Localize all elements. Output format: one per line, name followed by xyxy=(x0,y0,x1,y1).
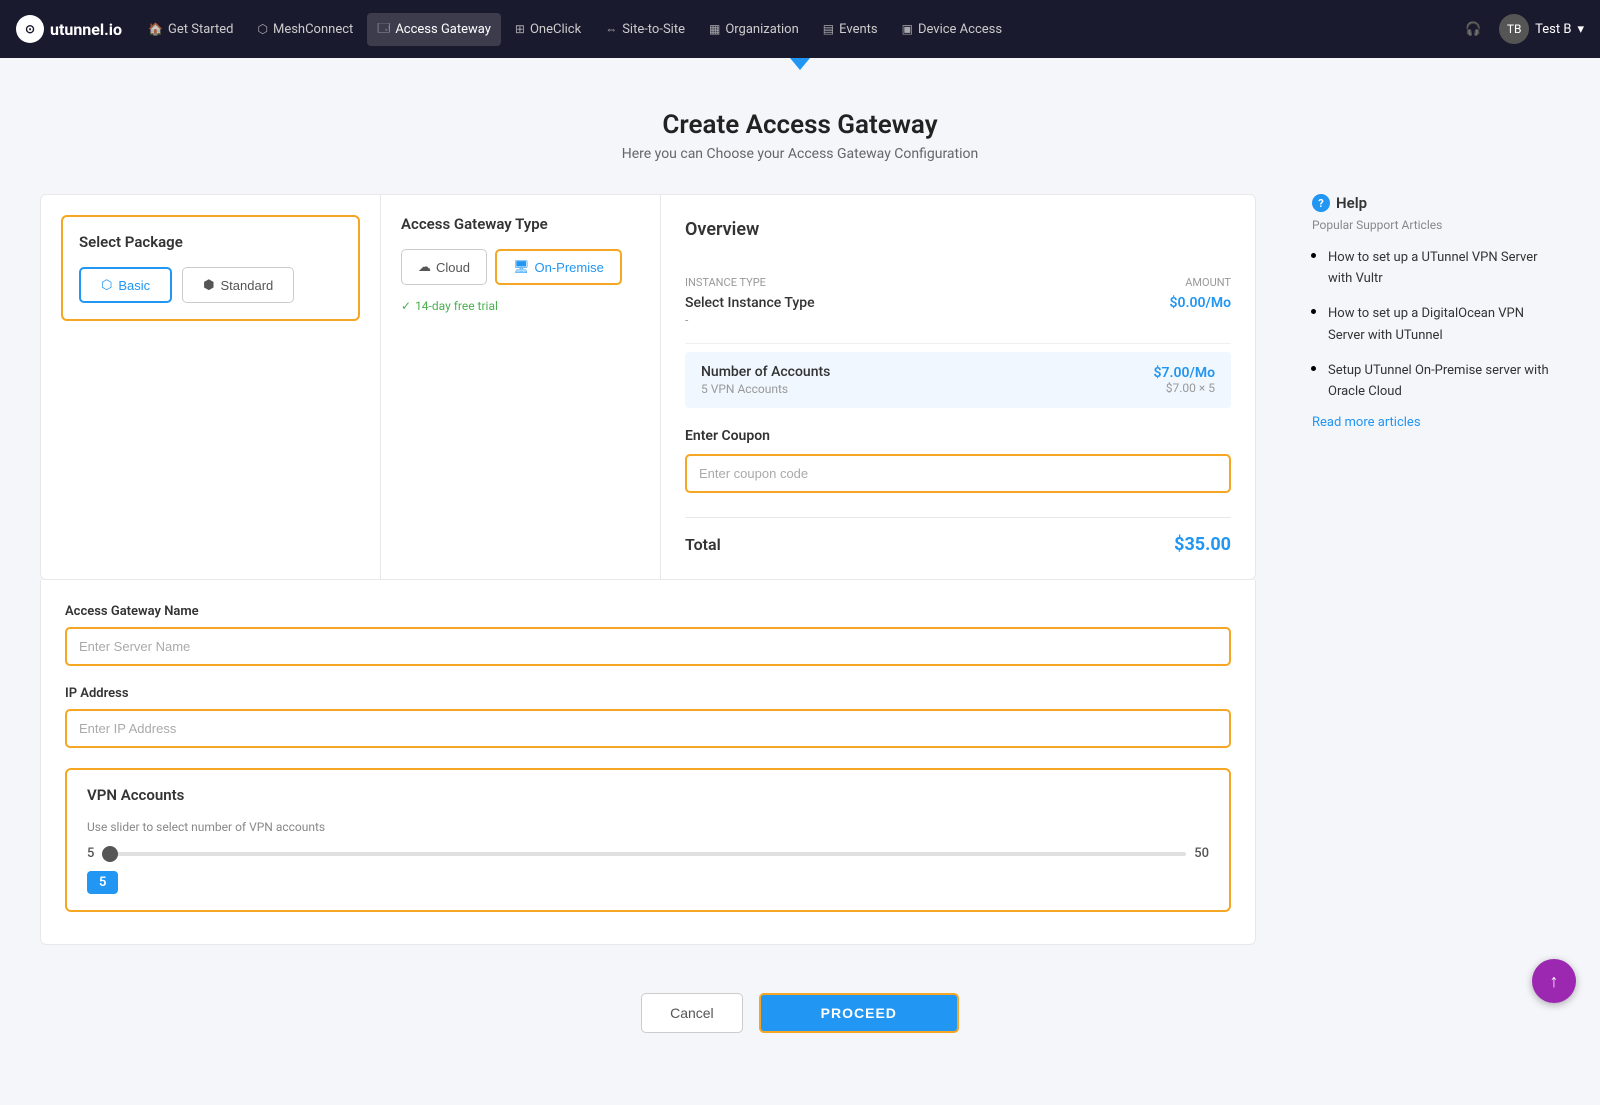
ip-address-label: IP Address xyxy=(65,686,1231,701)
cancel-button[interactable]: Cancel xyxy=(641,993,743,1033)
select-package-title: Select Package xyxy=(79,233,342,251)
basic-package-button[interactable]: ⬡ Basic xyxy=(79,267,172,303)
coupon-label: Enter Coupon xyxy=(685,428,1231,444)
site-icon: ⇔ xyxy=(605,22,617,36)
vpn-accounts-desc: Use slider to select number of VPN accou… xyxy=(87,820,1209,834)
org-icon: ▦ xyxy=(709,22,720,36)
gateway-name-input[interactable] xyxy=(65,627,1231,666)
proceed-button[interactable]: PROCEED xyxy=(759,993,959,1033)
gateway-nav-icon: 🗔 xyxy=(377,19,390,40)
home-icon: 🏠 xyxy=(148,22,163,36)
oneclick-icon: ⊞ xyxy=(515,22,525,36)
brand-name: utunnel.io xyxy=(50,20,122,39)
coupon-section: Enter Coupon xyxy=(685,428,1231,493)
check-icon: ✓ xyxy=(401,299,411,313)
support-button[interactable]: 🎧 xyxy=(1455,16,1491,43)
device-icon: ▣ xyxy=(902,22,913,36)
vpn-accounts-value: 5 xyxy=(87,871,118,894)
nav-item-site-to-site[interactable]: ⇔ Site-to-Site xyxy=(595,16,695,43)
type-buttons: ☁ Cloud 🖥 On-Premise xyxy=(401,249,640,285)
gateway-type-title: Access Gateway Type xyxy=(401,215,640,233)
events-icon: ▤ xyxy=(823,22,834,36)
standard-package-button[interactable]: ⬢ Standard xyxy=(182,267,294,303)
basic-icon: ⬡ xyxy=(101,277,112,293)
onpremise-icon: 🖥 xyxy=(513,259,530,275)
help-title: ? Help xyxy=(1312,194,1560,212)
overview-section: Overview Instance Type AMOUNT Select Ins… xyxy=(661,195,1255,579)
headset-icon: 🎧 xyxy=(1465,22,1481,37)
article-link-2[interactable]: How to set up a DigitalOcean VPN Server … xyxy=(1328,306,1524,342)
chevron-down-icon: ▾ xyxy=(1577,22,1584,37)
standard-icon: ⬢ xyxy=(203,277,214,293)
instance-type-row: Instance Type AMOUNT Select Instance Typ… xyxy=(685,260,1231,344)
slider-max-label: 50 xyxy=(1194,846,1209,861)
gateway-name-group: Access Gateway Name xyxy=(65,604,1231,666)
free-trial-badge: ✓ 14-day free trial xyxy=(401,299,640,313)
instance-type-main: Select Instance Type $0.00/Mo xyxy=(685,295,1231,311)
form-section: Access Gateway Name IP Address VPN Accou… xyxy=(40,580,1256,945)
popular-articles-label: Popular Support Articles xyxy=(1312,218,1560,232)
nav-item-access-gateway[interactable]: 🗔 Access Gateway xyxy=(367,13,501,46)
gateway-type-section: Access Gateway Type ☁ Cloud 🖥 On-Premise… xyxy=(381,195,661,579)
article-link-3[interactable]: Setup UTunnel On-Premise server with Ora… xyxy=(1328,363,1549,399)
scroll-to-top-button[interactable]: ↑ xyxy=(1532,959,1576,1003)
article-link-1[interactable]: How to set up a UTunnel VPN Server with … xyxy=(1328,250,1538,286)
step-indicator xyxy=(0,58,1600,70)
instance-type-header: Instance Type AMOUNT xyxy=(685,276,1231,289)
vpn-accounts-slider[interactable] xyxy=(102,852,1186,856)
vpn-accounts-title: VPN Accounts xyxy=(87,786,1209,804)
arrow-up-icon: ↑ xyxy=(1550,971,1559,992)
slider-min-label: 5 xyxy=(87,846,94,861)
cloud-type-button[interactable]: ☁ Cloud xyxy=(401,249,487,285)
main-content: Create Access Gateway Here you can Choos… xyxy=(0,78,1600,1105)
total-row: Total $35.00 xyxy=(685,517,1231,555)
page-subtitle: Here you can Choose your Access Gateway … xyxy=(40,146,1560,162)
overview-title: Overview xyxy=(685,219,1231,240)
article-item-2: How to set up a DigitalOcean VPN Server … xyxy=(1328,302,1560,344)
total-price: $35.00 xyxy=(1174,534,1231,555)
avatar: TB xyxy=(1499,14,1529,44)
page-title: Create Access Gateway xyxy=(40,110,1560,140)
select-package-section: Select Package ⬡ Basic ⬢ Standard xyxy=(41,195,381,579)
help-icon: ? xyxy=(1312,194,1330,212)
brand-icon: ⊙ xyxy=(16,15,44,43)
on-premise-type-button[interactable]: 🖥 On-Premise xyxy=(495,249,622,285)
nav-item-organization[interactable]: ▦ Organization xyxy=(699,16,809,43)
nav-item-mesh-connect[interactable]: ⬡ MeshConnect xyxy=(248,16,364,43)
gateway-name-label: Access Gateway Name xyxy=(65,604,1231,619)
mesh-icon: ⬡ xyxy=(258,22,268,36)
accounts-row: Number of Accounts 5 VPN Accounts $7.00/… xyxy=(685,352,1231,408)
article-item-1: How to set up a UTunnel VPN Server with … xyxy=(1328,246,1560,288)
navbar: ⊙ utunnel.io 🏠 Get Started ⬡ MeshConnect… xyxy=(0,0,1600,58)
nav-item-events[interactable]: ▤ Events xyxy=(813,16,888,43)
package-buttons: ⬡ Basic ⬢ Standard xyxy=(79,267,342,303)
nav-item-device-access[interactable]: ▣ Device Access xyxy=(892,16,1012,43)
bottom-bar: Cancel PROCEED xyxy=(40,993,1560,1073)
cloud-icon: ☁ xyxy=(418,259,431,275)
ip-address-input[interactable] xyxy=(65,709,1231,748)
page-header: Create Access Gateway Here you can Choos… xyxy=(40,110,1560,162)
nav-right: 🎧 TB Test B ▾ xyxy=(1455,14,1584,44)
user-menu[interactable]: TB Test B ▾ xyxy=(1499,14,1584,44)
ip-address-group: IP Address xyxy=(65,686,1231,748)
select-package-card: Select Package ⬡ Basic ⬢ Standard xyxy=(61,215,360,321)
instance-type-sub: - xyxy=(685,313,1231,327)
article-item-3: Setup UTunnel On-Premise server with Ora… xyxy=(1328,359,1560,401)
brand-logo[interactable]: ⊙ utunnel.io xyxy=(16,15,122,43)
article-list: How to set up a UTunnel VPN Server with … xyxy=(1312,246,1560,401)
slider-row: 5 50 xyxy=(87,846,1209,861)
nav-item-get-started[interactable]: 🏠 Get Started xyxy=(138,16,243,43)
total-label: Total xyxy=(685,535,721,554)
vpn-accounts-card: VPN Accounts Use slider to select number… xyxy=(65,768,1231,912)
coupon-input[interactable] xyxy=(685,454,1231,493)
nav-item-oneclick[interactable]: ⊞ OneClick xyxy=(505,16,591,43)
accounts-main: Number of Accounts 5 VPN Accounts $7.00/… xyxy=(701,364,1215,396)
help-panel: ? Help Popular Support Articles How to s… xyxy=(1280,194,1560,430)
read-more-link[interactable]: Read more articles xyxy=(1312,415,1560,430)
step-arrow xyxy=(790,58,810,70)
